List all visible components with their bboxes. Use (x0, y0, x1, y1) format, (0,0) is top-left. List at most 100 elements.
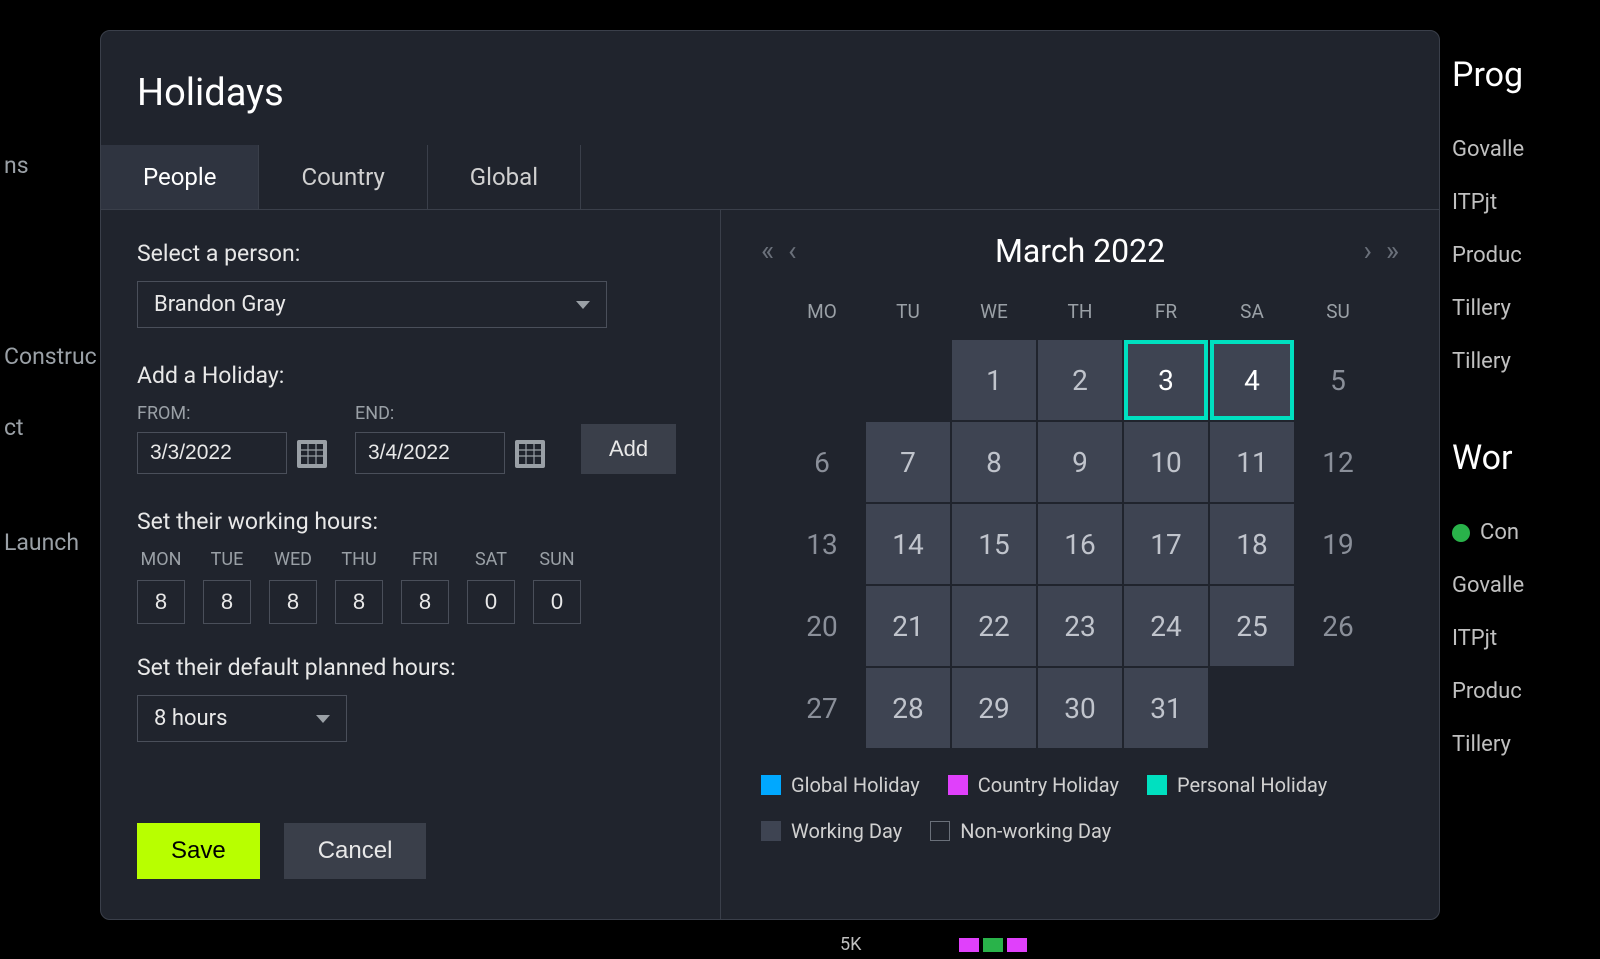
calendar-day[interactable]: 30 (1038, 668, 1122, 748)
calendar-dow: FR (1123, 288, 1209, 339)
person-select[interactable]: Brandon Gray (137, 281, 607, 328)
hours-input-sun[interactable] (533, 580, 581, 624)
hours-col-sat: SAT (467, 549, 515, 624)
calendar-day[interactable]: 29 (952, 668, 1036, 748)
bg-right-item[interactable]: Govalle (1450, 559, 1600, 612)
calendar-icon[interactable] (515, 438, 545, 468)
calendar-day[interactable]: 28 (866, 668, 950, 748)
calendar-day[interactable]: 15 (952, 504, 1036, 584)
modal-title: Holidays (101, 31, 1439, 145)
calendar-next-month-icon[interactable]: › (1363, 237, 1371, 265)
bg-right-item[interactable]: Produc (1450, 665, 1600, 718)
calendar-day[interactable]: 17 (1124, 504, 1208, 584)
person-select-value: Brandon Gray (154, 292, 286, 317)
chevron-down-icon (576, 301, 590, 309)
swatch-nonworking-icon (930, 821, 950, 841)
planned-hours-label: Set their default planned hours: (137, 654, 684, 681)
calendar-day[interactable]: 2 (1038, 340, 1122, 420)
hours-col-fri: FRI (401, 549, 449, 624)
hours-col-tue: TUE (203, 549, 251, 624)
modal-tabs: People Country Global (101, 145, 1439, 210)
bg-right-item[interactable]: Tillery (1450, 718, 1600, 771)
calendar-cell-empty (866, 340, 950, 420)
calendar-dow: WE (951, 288, 1037, 339)
calendar-icon[interactable] (297, 438, 327, 468)
calendar-day[interactable]: 9 (1038, 422, 1122, 502)
calendar-dow: TU (865, 288, 951, 339)
calendar-day[interactable]: 4 (1210, 340, 1294, 420)
calendar-cell-empty (780, 340, 864, 420)
calendar-day[interactable]: 12 (1296, 422, 1380, 502)
calendar-day[interactable]: 3 (1124, 340, 1208, 420)
calendar-day[interactable]: 26 (1296, 586, 1380, 666)
hours-input-fri[interactable] (401, 580, 449, 624)
hours-input-tue[interactable] (203, 580, 251, 624)
calendar-day[interactable]: 16 (1038, 504, 1122, 584)
calendar-day[interactable]: 18 (1210, 504, 1294, 584)
status-dot-icon (1452, 524, 1470, 542)
hours-col-wed: WED (269, 549, 317, 624)
planned-hours-select[interactable]: 8 hours (137, 695, 347, 742)
bg-right-item[interactable]: Produc (1450, 229, 1600, 282)
hours-input-mon[interactable] (137, 580, 185, 624)
hours-input-sat[interactable] (467, 580, 515, 624)
calendar-prev-year-icon[interactable]: « (761, 237, 774, 265)
calendar-day[interactable]: 23 (1038, 586, 1122, 666)
strip-segment (959, 938, 979, 952)
bg-right-item[interactable]: Tillery (1450, 335, 1600, 388)
legend-country: Country Holiday (948, 773, 1119, 797)
calendar-next-year-icon[interactable]: » (1386, 237, 1399, 265)
calendar-day[interactable]: 24 (1124, 586, 1208, 666)
tab-country[interactable]: Country (259, 145, 427, 209)
calendar-day[interactable]: 14 (866, 504, 950, 584)
calendar-day[interactable]: 19 (1296, 504, 1380, 584)
add-button[interactable]: Add (581, 424, 676, 474)
cancel-button[interactable]: Cancel (284, 823, 427, 879)
calendar-day[interactable]: 8 (952, 422, 1036, 502)
calendar-day[interactable]: 22 (952, 586, 1036, 666)
calendar-day[interactable]: 7 (866, 422, 950, 502)
swatch-personal-icon (1147, 775, 1167, 795)
hours-day-label: MON (141, 549, 182, 570)
hours-input-thu[interactable] (335, 580, 383, 624)
calendar-day[interactable]: 11 (1210, 422, 1294, 502)
hours-col-mon: MON (137, 549, 185, 624)
calendar-day[interactable]: 21 (866, 586, 950, 666)
strip-segment (1007, 938, 1027, 952)
bg-right-item[interactable]: Govalle (1450, 123, 1600, 176)
calendar-day[interactable]: 20 (780, 586, 864, 666)
calendar-day[interactable]: 10 (1124, 422, 1208, 502)
calendar-day[interactable]: 27 (780, 668, 864, 748)
save-button[interactable]: Save (137, 823, 260, 879)
hours-day-label: SUN (539, 549, 574, 570)
calendar-prev-month-icon[interactable]: ‹ (788, 237, 796, 265)
select-person-label: Select a person: (137, 240, 684, 267)
hours-day-label: THU (341, 549, 376, 570)
planned-hours-value: 8 hours (154, 706, 227, 731)
tab-global[interactable]: Global (428, 145, 581, 209)
strip-segment (983, 938, 1003, 952)
bg-right-item[interactable]: Tillery (1450, 282, 1600, 335)
bg-right-item[interactable]: ITPjt (1450, 176, 1600, 229)
hours-day-label: WED (274, 549, 312, 570)
hours-day-label: SAT (475, 549, 507, 570)
calendar-day[interactable]: 31 (1124, 668, 1208, 748)
from-date-input[interactable] (137, 432, 287, 474)
calendar-dow: MO (779, 288, 865, 339)
legend-working: Working Day (761, 819, 902, 843)
calendar-day[interactable]: 1 (952, 340, 1036, 420)
calendar-day[interactable]: 6 (780, 422, 864, 502)
calendar-day[interactable]: 25 (1210, 586, 1294, 666)
add-holiday-label: Add a Holiday: (137, 362, 684, 389)
working-hours-label: Set their working hours: (137, 508, 684, 535)
bg-right-heading: Prog (1450, 55, 1600, 95)
tab-people[interactable]: People (101, 145, 259, 209)
end-date-input[interactable] (355, 432, 505, 474)
calendar-day[interactable]: 5 (1296, 340, 1380, 420)
bg-right-heading: Wor (1450, 438, 1600, 478)
bg-right-status[interactable]: Con (1450, 506, 1600, 559)
bg-right-item[interactable]: ITPjt (1450, 612, 1600, 665)
hours-input-wed[interactable] (269, 580, 317, 624)
calendar-dow: SA (1209, 288, 1295, 339)
calendar-day[interactable]: 13 (780, 504, 864, 584)
